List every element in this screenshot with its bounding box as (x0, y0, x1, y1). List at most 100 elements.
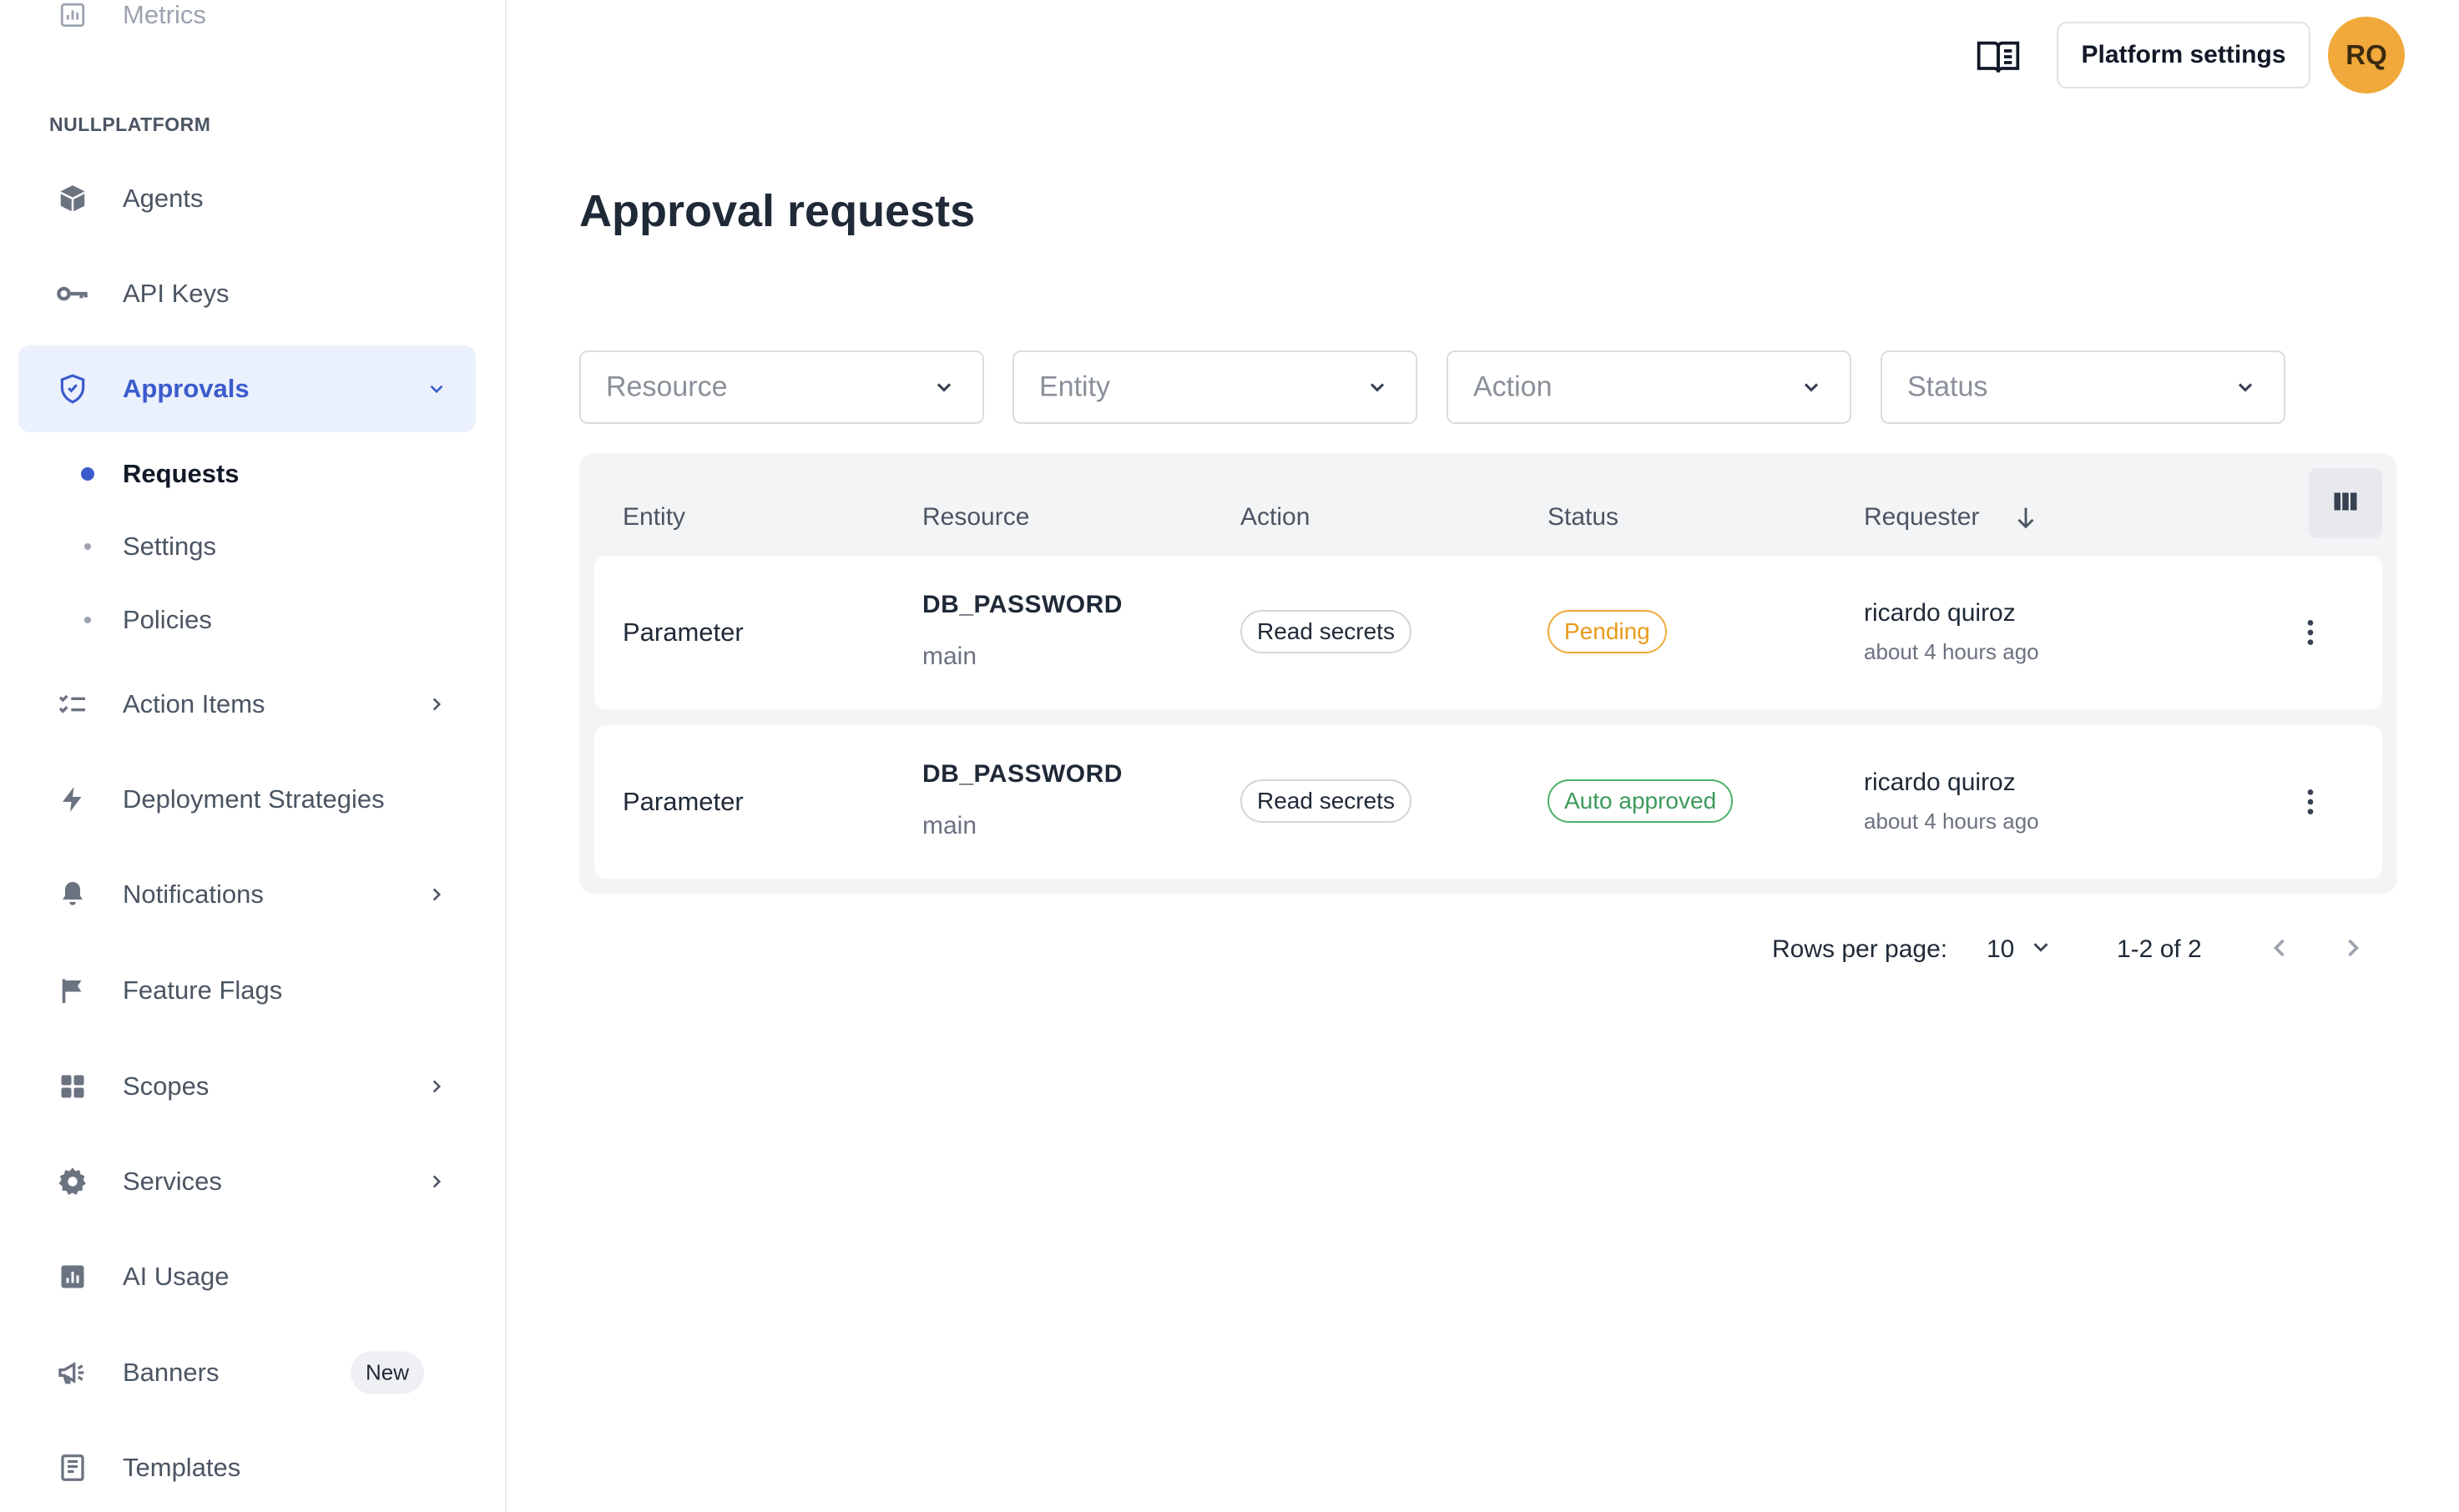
sidebar-subitem-label: Policies (123, 605, 212, 634)
gear-icon (55, 1164, 90, 1199)
flag-icon (55, 973, 90, 1008)
megaphone-icon (55, 1355, 90, 1390)
sidebar-item-label: Scopes (123, 1071, 210, 1101)
bell-icon (55, 877, 90, 912)
sidebar-item-scopes[interactable]: Scopes (18, 1043, 476, 1130)
chevron-down-icon (1800, 375, 1823, 399)
chevron-left-icon[interactable] (2265, 933, 2295, 963)
sidebar-item-label: AI Usage (123, 1262, 230, 1291)
sidebar-item-label: Approvals (123, 374, 250, 403)
more-vertical-icon[interactable] (2294, 616, 2327, 649)
rows-per-page-label: Rows per page: (1772, 935, 1948, 963)
sidebar-item-action-items[interactable]: Action Items (18, 661, 476, 748)
chevron-right-icon (426, 1076, 447, 1097)
column-header-status[interactable]: Status (1548, 503, 1618, 532)
sidebar-item-agents[interactable]: Agents (18, 155, 476, 242)
sidebar-item-label: Templates (123, 1453, 241, 1482)
resource-name: DB_PASSWORD (922, 760, 1123, 788)
sidebar-item-label: Services (123, 1167, 222, 1196)
sort-arrow-down-icon[interactable] (2012, 503, 2040, 532)
chevron-down-icon (2234, 375, 2257, 399)
resource-name: DB_PASSWORD (922, 591, 1123, 618)
platform-settings-button[interactable]: Platform settings (2057, 22, 2310, 88)
rows-per-page-select[interactable]: 10 (1987, 935, 2014, 964)
document-icon (55, 1450, 90, 1485)
chevron-down-icon (932, 375, 956, 399)
bullet-icon (81, 467, 94, 481)
chevron-down-icon (426, 378, 447, 400)
column-header-action[interactable]: Action (1240, 503, 1310, 532)
requested-time: about 4 hours ago (1864, 809, 2039, 834)
filter-placeholder: Resource (606, 370, 728, 403)
sidebar-item-ai-usage[interactable]: AI Usage (18, 1233, 476, 1320)
action-chip: Read secrets (1240, 610, 1411, 653)
sidebar-section-title: NULLPLATFORM (49, 113, 211, 135)
sidebar-item-label: API Keys (123, 279, 230, 308)
sidebar-item-deployment-strategies[interactable]: Deployment Strategies (18, 756, 476, 843)
sidebar-subitem-requests[interactable]: Requests (18, 445, 476, 503)
checklist-icon (55, 687, 90, 722)
entity-cell: Parameter (623, 617, 744, 647)
docs-book-icon[interactable] (1975, 33, 2022, 80)
chevron-right-icon (426, 884, 447, 905)
grid-icon (55, 1069, 90, 1104)
sidebar-item-templates[interactable]: Templates (18, 1424, 476, 1511)
status-filter-select[interactable]: Status (1881, 350, 2285, 424)
bullet-icon (84, 543, 91, 550)
column-header-requester[interactable]: Requester (1864, 503, 1979, 532)
key-icon (55, 276, 90, 311)
chevron-down-icon (1366, 375, 1389, 399)
page-title: Approval requests (579, 186, 976, 236)
sidebar-subitem-policies[interactable]: Policies (18, 591, 476, 649)
columns-icon (2330, 486, 2361, 521)
columns-toggle-button[interactable] (2309, 468, 2382, 538)
chevron-down-icon[interactable] (2028, 935, 2053, 960)
requester-name: ricardo quiroz (1864, 599, 2016, 627)
sidebar-subitem-settings[interactable]: Settings (18, 517, 476, 576)
filter-placeholder: Action (1473, 370, 1553, 403)
sidebar-item-feature-flags[interactable]: Feature Flags (18, 947, 476, 1034)
new-badge: New (351, 1351, 425, 1394)
sidebar-item-approvals[interactable]: Approvals (18, 345, 476, 432)
column-header-entity[interactable]: Entity (623, 503, 685, 532)
status-badge: Auto approved (1548, 779, 1734, 823)
pagination-range: 1-2 of 2 (2117, 935, 2202, 963)
sidebar-item-label: Action Items (123, 689, 265, 718)
action-chip: Read secrets (1240, 779, 1411, 823)
chevron-right-icon[interactable] (2338, 933, 2368, 963)
sidebar-item-label: Banners (123, 1358, 220, 1387)
more-vertical-icon[interactable] (2294, 785, 2327, 819)
resource-subtitle: main (922, 812, 977, 839)
filter-placeholder: Status (1907, 370, 1988, 403)
shield-icon (55, 371, 90, 406)
resource-filter-select[interactable]: Resource (579, 350, 984, 424)
sidebar: Metrics NULLPLATFORM Agents API Keys App… (0, 0, 507, 1512)
lightning-icon (55, 782, 90, 817)
bar-chart-icon (55, 0, 90, 33)
sidebar-item-label: Agents (123, 184, 204, 213)
sidebar-item-label: Metrics (123, 0, 206, 29)
sidebar-item-metrics[interactable]: Metrics (18, 0, 476, 58)
table-row[interactable]: Parameter DB_PASSWORD main Read secrets … (594, 556, 2382, 709)
sidebar-item-label: Deployment Strategies (123, 784, 385, 814)
sidebar-item-banners[interactable]: Banners New (18, 1329, 476, 1416)
action-filter-select[interactable]: Action (1447, 350, 1851, 424)
cube-icon (55, 181, 90, 216)
requester-name: ricardo quiroz (1864, 769, 2016, 796)
entity-cell: Parameter (623, 787, 744, 816)
sidebar-item-label: Notifications (123, 879, 264, 909)
table-row[interactable]: Parameter DB_PASSWORD main Read secrets … (594, 725, 2382, 879)
chevron-right-icon (426, 1171, 447, 1192)
bullet-icon (84, 617, 91, 623)
sidebar-item-services[interactable]: Services (18, 1138, 476, 1225)
column-header-resource[interactable]: Resource (922, 503, 1029, 532)
entity-filter-select[interactable]: Entity (1012, 350, 1417, 424)
sidebar-item-api-keys[interactable]: API Keys (18, 250, 476, 337)
sidebar-subitem-label: Requests (123, 459, 240, 488)
avatar[interactable]: RQ (2328, 17, 2405, 93)
sidebar-item-notifications[interactable]: Notifications (18, 851, 476, 938)
filter-placeholder: Entity (1039, 370, 1111, 403)
requested-time: about 4 hours ago (1864, 639, 2039, 664)
chevron-right-icon (426, 693, 447, 715)
sidebar-item-label: Feature Flags (123, 975, 283, 1005)
